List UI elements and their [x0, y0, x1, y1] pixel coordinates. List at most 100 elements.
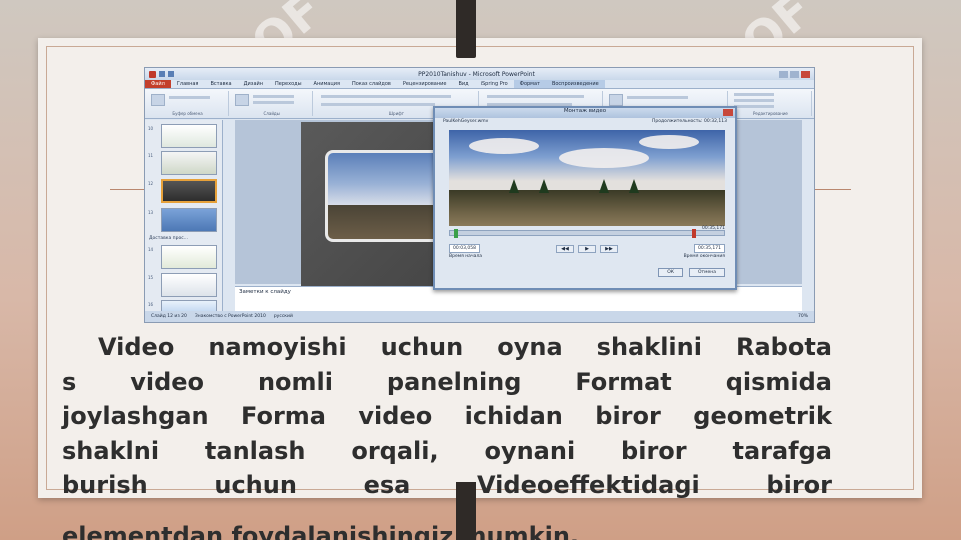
window-controls: [779, 70, 810, 78]
select-button[interactable]: [733, 105, 775, 108]
close-button[interactable]: [801, 70, 810, 78]
video-preview: [449, 130, 725, 226]
slide-thumbnail[interactable]: [161, 124, 217, 148]
replace-button[interactable]: [733, 99, 775, 102]
tab-transitions[interactable]: Переходы: [269, 80, 308, 88]
binder-clip-top: [456, 0, 476, 58]
time-labels-row: Время начала Время окончания: [449, 254, 725, 259]
paragraph-line: shaklni tanlash orqali, oynani biror tar…: [62, 436, 832, 465]
ribbon-group-editing: Редактирование: [730, 91, 812, 116]
cancel-button[interactable]: Отмена: [688, 268, 725, 277]
tab-design[interactable]: Дизайн: [238, 80, 269, 88]
minimize-button[interactable]: [779, 70, 788, 78]
notes-placeholder: Заметки к слайду: [239, 289, 291, 295]
powerpoint-screenshot: PP2010Tanishuv - Microsoft PowerPoint Фа…: [144, 67, 815, 323]
start-time-label: Время начала: [449, 254, 482, 259]
title-bar: PP2010Tanishuv - Microsoft PowerPoint: [145, 68, 814, 80]
trim-video-dialog: Монтаж видео PaulKehGeyser.wmv Продолжит…: [433, 106, 737, 290]
tab-ispring[interactable]: iSpring Pro: [475, 80, 514, 88]
next-frame-icon[interactable]: ▶▶: [600, 244, 618, 253]
binder-clip-bottom: [456, 482, 476, 540]
undo-icon[interactable]: [168, 71, 174, 77]
tree: [539, 179, 549, 194]
paragraph-line: joylashgan Forma video ichidan biror geo…: [62, 402, 832, 430]
end-time-input[interactable]: 00:35,171: [694, 244, 725, 253]
thumb-number: 13: [148, 210, 154, 215]
group-label: Слайды: [263, 111, 280, 116]
dialog-title: Монтаж видео: [435, 108, 735, 118]
tab-format[interactable]: Формат: [513, 80, 546, 88]
save-icon[interactable]: [159, 71, 165, 77]
slide-thumbnail[interactable]: [161, 273, 217, 297]
thumb-number: 12: [148, 181, 154, 186]
video-filename: PaulKehGeyser.wmv: [443, 119, 489, 124]
slide-thumbnail[interactable]: [161, 208, 217, 232]
cloud: [639, 135, 699, 149]
status-language: русский: [273, 314, 293, 319]
powerpoint-logo-icon: [149, 70, 156, 78]
playback-controls: ◀◀ ▶ ▶▶: [556, 244, 618, 253]
dialog-meta: PaulKehGeyser.wmv Продолжительность: 00:…: [435, 118, 735, 125]
section-label[interactable]: Доставка прос...: [149, 236, 188, 241]
tree: [629, 179, 639, 194]
tab-home[interactable]: Главная: [171, 80, 205, 88]
ok-button[interactable]: ОК: [658, 268, 683, 277]
video-ground: [449, 189, 725, 226]
ribbon-line: [321, 103, 435, 106]
slide-thumbnail[interactable]: [161, 245, 217, 269]
status-bar: Слайд 12 из 20 Знакомство с PowerPoint 2…: [145, 311, 814, 322]
tab-animation[interactable]: Анимация: [308, 80, 346, 88]
thumb-number: 15: [148, 275, 154, 280]
paragraph-line: burish uchun esa Videoeffektidagi biror: [62, 471, 832, 499]
tab-playback[interactable]: Воспроизведение: [545, 80, 605, 88]
ribbon-group-clipboard: Буфер обмена: [147, 91, 230, 116]
group-label: Буфер обмена: [172, 111, 203, 116]
status-slide: Слайд 12 из 20: [151, 314, 187, 319]
paragraph-line: Video namoyishi uchun oyna shaklini Rabo…: [98, 333, 832, 361]
cloud: [559, 148, 649, 168]
tree: [509, 179, 519, 194]
end-time-top-row: 00:35,171: [449, 226, 725, 231]
slide-thumbnail-selected[interactable]: [161, 179, 217, 203]
description-paragraph: Video namoyishi uchun oyna shaklini Rabo…: [62, 330, 832, 503]
shapes-icon[interactable]: [609, 94, 624, 106]
new-slide-icon[interactable]: [235, 94, 250, 106]
ribbon-group-slides: Слайды: [231, 91, 314, 116]
divider-left: [110, 189, 146, 190]
end-time-label: Время окончания: [683, 254, 725, 259]
paragraph-line-last: elementdan foydalanishingiz mumkin.: [62, 522, 580, 540]
slide-thumbnails: 10 11 12 13 Доставка прос... 14 15 16: [145, 120, 223, 322]
video-duration: Продолжительность: 00:32,113: [651, 119, 727, 124]
find-button[interactable]: [733, 93, 775, 96]
tab-file[interactable]: Файл: [145, 80, 171, 88]
slide-thumbnail[interactable]: [161, 151, 217, 175]
tab-slideshow[interactable]: Показ слайдов: [346, 80, 397, 88]
paste-icon[interactable]: [151, 94, 165, 106]
play-icon[interactable]: ▶: [578, 244, 596, 253]
slide-video-frame[interactable]: [325, 150, 443, 242]
maximize-button[interactable]: [790, 70, 799, 78]
thumb-number: 10: [148, 126, 154, 131]
divider-right: [815, 189, 851, 190]
thumb-number: 11: [148, 153, 154, 158]
ribbon-line: [627, 96, 689, 99]
ribbon-line: [253, 95, 294, 98]
thumb-number: 14: [148, 247, 154, 252]
ribbon-line: [169, 96, 210, 99]
status-theme: Знакомство с PowerPoint 2010: [194, 314, 266, 319]
cloud: [469, 138, 539, 154]
status-zoom[interactable]: 70%: [798, 314, 808, 319]
thumb-number: 16: [148, 302, 154, 307]
tab-view[interactable]: Вид: [452, 80, 474, 88]
time-controls-row: 00:03,058 ◀◀ ▶ ▶▶ 00:35,171: [449, 244, 725, 253]
paragraph-line: s video nomli panelning Format qismida: [62, 367, 832, 396]
previous-frame-icon[interactable]: ◀◀: [556, 244, 574, 253]
video-ground: [328, 204, 440, 239]
ribbon-line: [486, 95, 584, 98]
ribbon-tabs: Файл Главная Вставка Дизайн Переходы Ани…: [145, 80, 814, 89]
tab-review[interactable]: Рецензирование: [397, 80, 453, 88]
start-time-input[interactable]: 00:03,058: [449, 244, 480, 253]
end-time-top: 00:35,171: [702, 226, 725, 231]
tab-insert[interactable]: Вставка: [204, 80, 237, 88]
dialog-close-button[interactable]: [723, 109, 733, 116]
